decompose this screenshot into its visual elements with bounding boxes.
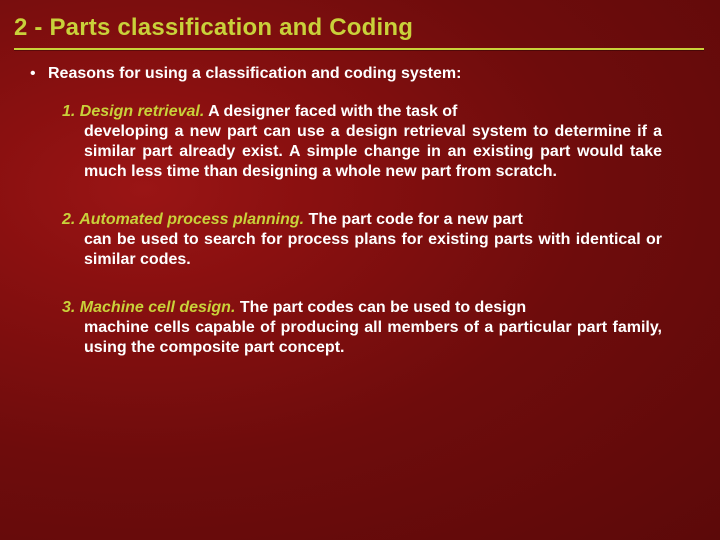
item-first-tail: The part code for a new part — [304, 211, 523, 228]
item-first-tail: A designer faced with the task of — [204, 103, 457, 120]
item-rest: can be used to search for process plans … — [62, 230, 662, 270]
slide-content: • Reasons for using a classification and… — [0, 50, 720, 358]
slide: 2 - Parts classification and Coding • Re… — [0, 0, 720, 540]
item-lead: 2. Automated process planning. — [62, 211, 304, 228]
list-item: 1. Design retrieval. A designer faced wi… — [62, 102, 662, 182]
list-item: 3. Machine cell design. The part codes c… — [62, 298, 662, 358]
slide-title: 2 - Parts classification and Coding — [0, 0, 720, 48]
bullet-marker: • — [30, 64, 48, 84]
item-lead: 1. Design retrieval. — [62, 103, 204, 120]
item-lead: 3. Machine cell design. — [62, 299, 235, 316]
item-rest: machine cells capable of producing all m… — [62, 318, 662, 358]
bullet-row: • Reasons for using a classification and… — [30, 64, 672, 84]
numbered-list: 1. Design retrieval. A designer faced wi… — [62, 102, 662, 358]
list-item: 2. Automated process planning. The part … — [62, 210, 662, 270]
item-first-tail: The part codes can be used to design — [235, 299, 526, 316]
item-rest: developing a new part can use a design r… — [62, 122, 662, 182]
bullet-text: Reasons for using a classification and c… — [48, 64, 672, 84]
